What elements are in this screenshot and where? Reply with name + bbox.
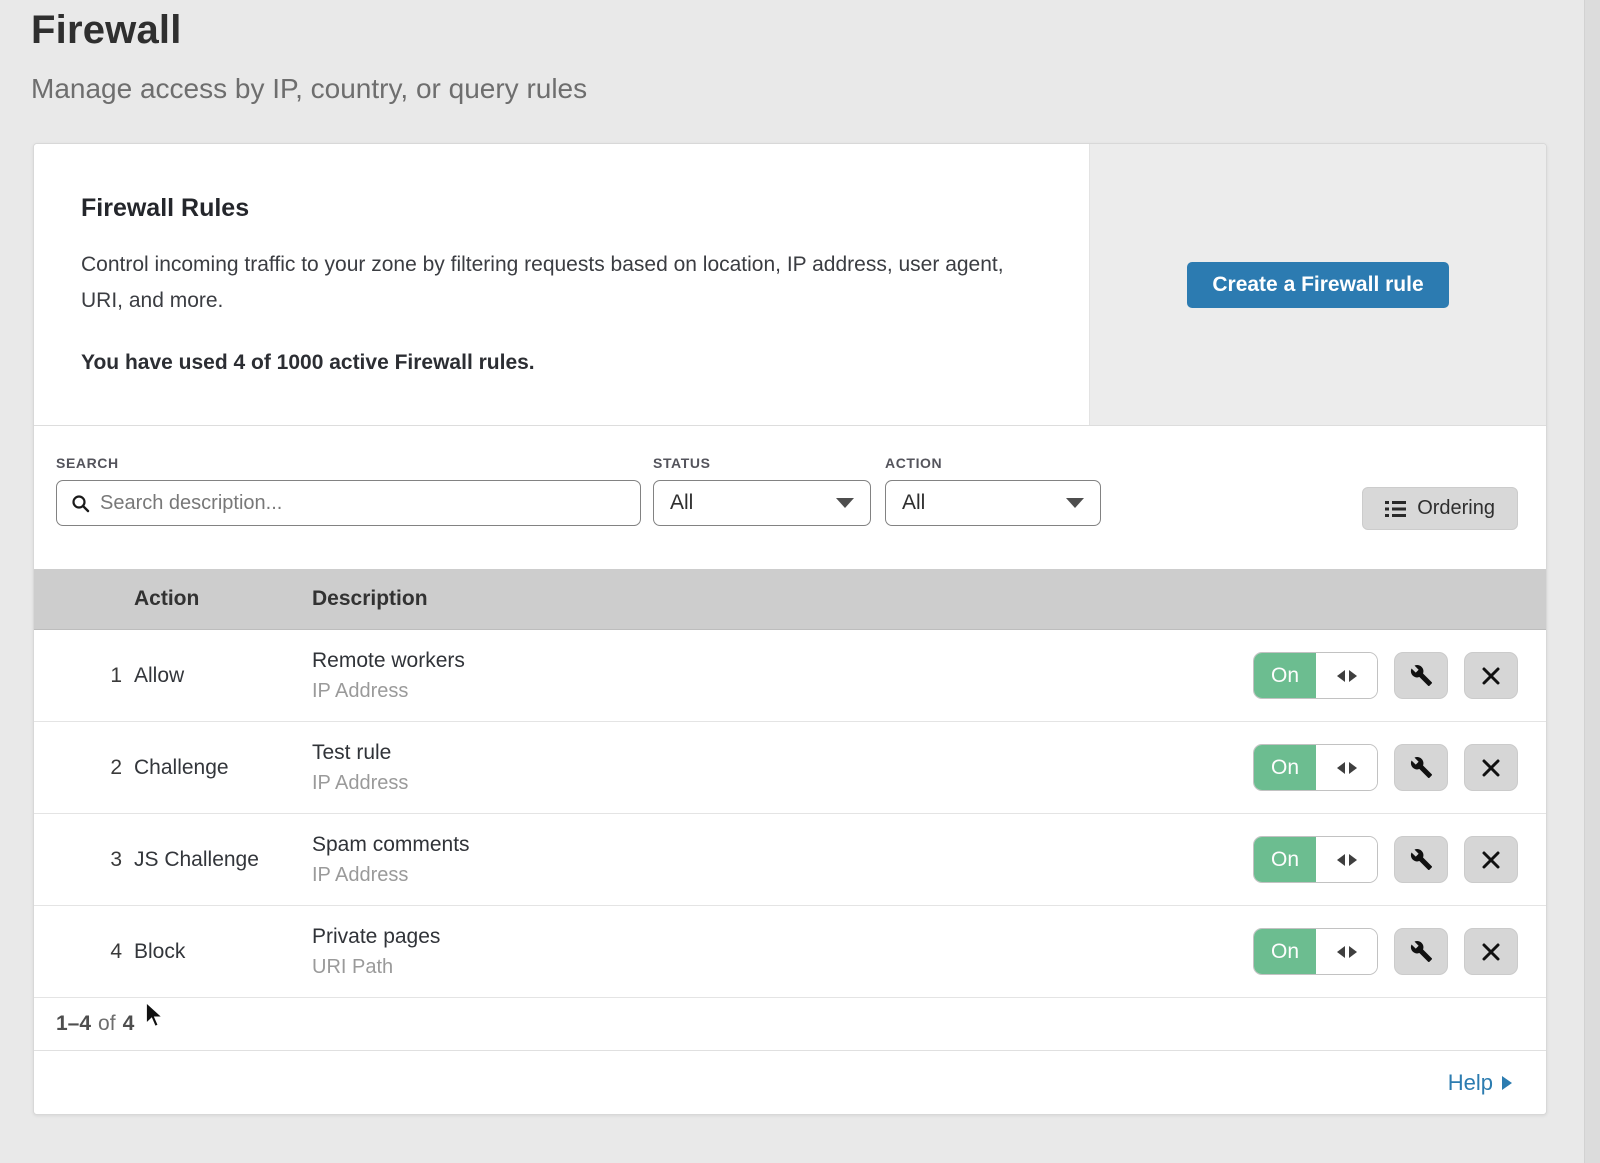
delete-rule-button[interactable] bbox=[1464, 928, 1518, 975]
rule-priority: 4 bbox=[34, 940, 134, 964]
rule-description: Remote workers bbox=[312, 649, 1253, 673]
rule-action: Allow bbox=[134, 664, 312, 688]
rule-field-type: IP Address bbox=[312, 680, 1253, 703]
rule-controls: On bbox=[1253, 652, 1546, 699]
table-row: 2 Challenge Test rule IP Address On bbox=[34, 722, 1546, 814]
toggle-arrows-icon[interactable] bbox=[1316, 837, 1377, 882]
rule-enabled-toggle[interactable]: On bbox=[1253, 652, 1378, 699]
page-subtitle: Manage access by IP, country, or query r… bbox=[31, 73, 1600, 105]
help-link-label: Help bbox=[1448, 1070, 1493, 1096]
chevron-right-icon bbox=[1502, 1076, 1512, 1090]
delete-rule-button[interactable] bbox=[1464, 652, 1518, 699]
action-field-group: ACTION All bbox=[885, 455, 1101, 526]
overview-text-panel: Firewall Rules Control incoming traffic … bbox=[34, 144, 1089, 425]
action-selected-value: All bbox=[902, 491, 925, 515]
window-edge bbox=[1584, 0, 1600, 1163]
help-link[interactable]: Help bbox=[1448, 1070, 1512, 1096]
rule-description: Test rule bbox=[312, 741, 1253, 765]
rule-description-cell: Private pages URI Path bbox=[312, 925, 1253, 979]
search-icon bbox=[71, 494, 90, 513]
rule-action: Block bbox=[134, 940, 312, 964]
overview-section: Firewall Rules Control incoming traffic … bbox=[34, 144, 1546, 426]
rule-priority: 1 bbox=[34, 664, 134, 688]
page-header: Firewall Manage access by IP, country, o… bbox=[0, 0, 1600, 105]
toggle-on-label[interactable]: On bbox=[1254, 745, 1316, 790]
pagination-total: 4 bbox=[123, 1012, 135, 1036]
rules-usage-text: You have used 4 of 1000 active Firewall … bbox=[81, 351, 1041, 375]
table-header: Action Description bbox=[34, 569, 1546, 630]
edit-rule-button[interactable] bbox=[1394, 744, 1448, 791]
filter-bar: SEARCH STATUS All ACTION All bbox=[34, 426, 1546, 569]
overview-description: Control incoming traffic to your zone by… bbox=[81, 247, 1041, 319]
close-icon bbox=[1481, 850, 1501, 870]
rule-enabled-toggle[interactable]: On bbox=[1253, 744, 1378, 791]
rule-field-type: IP Address bbox=[312, 864, 1253, 887]
wrench-icon bbox=[1410, 848, 1433, 871]
ordering-button-label: Ordering bbox=[1417, 497, 1495, 520]
toggle-on-label[interactable]: On bbox=[1254, 929, 1316, 974]
table-row: 3 JS Challenge Spam comments IP Address … bbox=[34, 814, 1546, 906]
search-input-wrap bbox=[56, 480, 641, 526]
chevron-down-icon bbox=[836, 498, 854, 508]
rule-action: JS Challenge bbox=[134, 848, 312, 872]
rule-field-type: URI Path bbox=[312, 956, 1253, 979]
rule-description-cell: Spam comments IP Address bbox=[312, 833, 1253, 887]
toggle-arrows-icon[interactable] bbox=[1316, 745, 1377, 790]
delete-rule-button[interactable] bbox=[1464, 836, 1518, 883]
status-label: STATUS bbox=[653, 455, 871, 471]
pagination-of: of bbox=[98, 1012, 116, 1036]
rule-description-cell: Test rule IP Address bbox=[312, 741, 1253, 795]
action-label: ACTION bbox=[885, 455, 1101, 471]
search-field-group: SEARCH bbox=[56, 455, 641, 526]
rule-priority: 3 bbox=[34, 848, 134, 872]
toggle-on-label[interactable]: On bbox=[1254, 837, 1316, 882]
delete-rule-button[interactable] bbox=[1464, 744, 1518, 791]
overview-heading: Firewall Rules bbox=[81, 194, 1041, 223]
close-icon bbox=[1481, 666, 1501, 686]
card-footer: Help bbox=[34, 1050, 1546, 1114]
toggle-arrows-icon[interactable] bbox=[1316, 929, 1377, 974]
create-firewall-rule-button[interactable]: Create a Firewall rule bbox=[1187, 262, 1448, 308]
toggle-on-label[interactable]: On bbox=[1254, 653, 1316, 698]
rule-description: Spam comments bbox=[312, 833, 1253, 857]
ordering-button[interactable]: Ordering bbox=[1362, 487, 1518, 530]
pagination: 1–4 of 4 bbox=[34, 998, 1546, 1050]
rule-enabled-toggle[interactable]: On bbox=[1253, 928, 1378, 975]
wrench-icon bbox=[1410, 940, 1433, 963]
rule-enabled-toggle[interactable]: On bbox=[1253, 836, 1378, 883]
edit-rule-button[interactable] bbox=[1394, 928, 1448, 975]
chevron-down-icon bbox=[1066, 498, 1084, 508]
rule-action: Challenge bbox=[134, 756, 312, 780]
edit-rule-button[interactable] bbox=[1394, 836, 1448, 883]
status-selected-value: All bbox=[670, 491, 693, 515]
table-row: 4 Block Private pages URI Path On bbox=[34, 906, 1546, 998]
rule-controls: On bbox=[1253, 836, 1546, 883]
rule-description: Private pages bbox=[312, 925, 1253, 949]
action-select[interactable]: All bbox=[885, 480, 1101, 526]
toggle-arrows-icon[interactable] bbox=[1316, 653, 1377, 698]
status-field-group: STATUS All bbox=[653, 455, 871, 526]
search-input[interactable] bbox=[100, 492, 626, 515]
rule-description-cell: Remote workers IP Address bbox=[312, 649, 1253, 703]
search-label: SEARCH bbox=[56, 455, 641, 471]
description-column-header: Description bbox=[312, 587, 1546, 611]
page-title: Firewall bbox=[31, 8, 1600, 53]
firewall-rules-card: Firewall Rules Control incoming traffic … bbox=[33, 143, 1547, 1115]
status-select[interactable]: All bbox=[653, 480, 871, 526]
rule-priority: 2 bbox=[34, 756, 134, 780]
table-row: 1 Allow Remote workers IP Address On bbox=[34, 630, 1546, 722]
overview-action-panel: Create a Firewall rule bbox=[1089, 144, 1546, 425]
close-icon bbox=[1481, 942, 1501, 962]
edit-rule-button[interactable] bbox=[1394, 652, 1448, 699]
pagination-range: 1–4 bbox=[56, 1012, 91, 1036]
rule-controls: On bbox=[1253, 928, 1546, 975]
rule-controls: On bbox=[1253, 744, 1546, 791]
wrench-icon bbox=[1410, 664, 1433, 687]
close-icon bbox=[1481, 758, 1501, 778]
rule-field-type: IP Address bbox=[312, 772, 1253, 795]
action-column-header: Action bbox=[134, 587, 312, 611]
wrench-icon bbox=[1410, 756, 1433, 779]
ordered-list-icon bbox=[1385, 500, 1406, 518]
